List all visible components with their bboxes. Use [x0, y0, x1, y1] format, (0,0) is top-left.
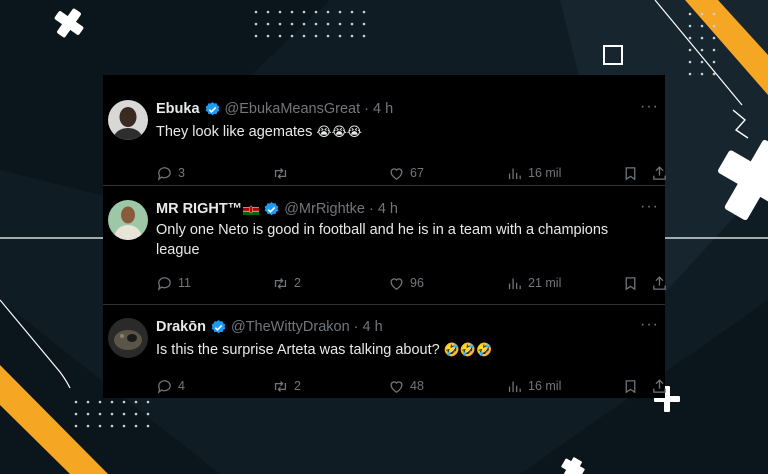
bookmark-icon [625, 379, 636, 393]
views-count: 16 mil [528, 379, 562, 393]
retweet-button[interactable]: 2 [272, 273, 301, 293]
verified-icon [211, 319, 226, 333]
views-icon [508, 278, 521, 289]
tweet-text-content: They look like agemates [156, 124, 313, 140]
handle[interactable]: @EbukaMeansGreat [225, 101, 361, 117]
more-icon[interactable]: ··· [640, 199, 659, 215]
more-icon[interactable]: ··· [640, 317, 659, 333]
timestamp[interactable]: 4 h [373, 101, 393, 117]
timestamp[interactable]: 4 h [378, 201, 398, 217]
reply-count: 3 [178, 166, 185, 180]
like-count: 67 [410, 166, 424, 180]
timestamp[interactable]: 4 h [362, 319, 382, 335]
avatar-drakon-icon [108, 318, 148, 358]
share-button[interactable] [651, 376, 673, 396]
display-name[interactable]: MR RIGHT™ [156, 201, 242, 217]
separator-dot: · [368, 201, 374, 217]
reply-button[interactable]: 11 [156, 273, 191, 293]
like-count: 96 [410, 276, 424, 290]
reply-count: 4 [178, 379, 185, 393]
bookmark-icon [625, 166, 636, 180]
views-count: 16 mil [528, 166, 562, 180]
tweet-emoji: 🤣🤣🤣 [443, 342, 493, 357]
bookmark-button[interactable] [622, 163, 644, 183]
tweet-actions: 3 67 16 mil [156, 163, 666, 183]
views-button[interactable]: 16 mil [506, 163, 561, 183]
divider [103, 304, 665, 305]
tweet-text-line-2: league [156, 242, 200, 258]
tweet-actions: 11 2 96 21 mil [156, 273, 666, 293]
views-icon [508, 381, 521, 392]
handle[interactable]: @MrRightke [284, 201, 365, 217]
retweet-button[interactable] [272, 163, 294, 183]
retweet-icon [274, 167, 287, 179]
share-icon [653, 378, 666, 393]
views-icon [508, 168, 521, 179]
bookmark-button[interactable] [622, 376, 644, 396]
more-icon[interactable]: ··· [640, 99, 659, 115]
tweet-header: Drakōn @TheWittyDrakon · 4 h [156, 318, 383, 336]
heart-icon [390, 380, 403, 393]
views-button[interactable]: 16 mil [506, 376, 561, 396]
bookmark-button[interactable] [622, 273, 644, 293]
tweet-mr-right[interactable]: MR RIGHT™ @MrRightke · 4 h ··· Only one … [103, 199, 666, 300]
avatar[interactable] [108, 100, 148, 140]
display-name[interactable]: Ebuka [156, 101, 200, 117]
like-count: 48 [410, 379, 424, 393]
display-name[interactable]: Drakōn [156, 319, 206, 335]
heart-icon [390, 277, 403, 290]
avatar-mr-right-icon [108, 200, 148, 240]
tweet-actions: 4 2 48 16 mil [156, 376, 666, 396]
reply-icon [157, 379, 171, 394]
separator-dot: · [353, 319, 359, 335]
reply-icon [157, 166, 171, 181]
tweet-text: Is this the surprise Arteta was talking … [156, 340, 646, 360]
views-button[interactable]: 21 mil [506, 273, 561, 293]
kenya-flag-icon [243, 203, 260, 215]
divider [103, 185, 665, 186]
tweet-text-line-1: Only one Neto is good in football and he… [156, 222, 609, 238]
share-icon [653, 275, 666, 290]
avatar-ebuka-icon [108, 100, 148, 140]
verified-icon [205, 101, 219, 115]
share-icon [653, 165, 666, 180]
tweet-drakon[interactable]: Drakōn @TheWittyDrakon · 4 h ··· Is this… [103, 317, 666, 398]
like-button[interactable]: 67 [388, 163, 424, 183]
retweet-icon [274, 277, 287, 289]
tweet-header: MR RIGHT™ @MrRightke · 4 h [156, 200, 398, 218]
tweet-ebuka[interactable]: Ebuka @EbukaMeansGreat · 4 h ··· They lo… [103, 99, 666, 185]
share-button[interactable] [651, 273, 673, 293]
tweet-emoji: 😭😭😭 [316, 124, 362, 139]
like-button[interactable]: 48 [388, 376, 424, 396]
tweet-thread-panel: Ebuka @EbukaMeansGreat · 4 h ··· They lo… [103, 75, 666, 398]
tweet-text-content: Is this the surprise Arteta was talking … [156, 342, 440, 358]
retweet-button[interactable]: 2 [272, 376, 301, 396]
reply-button[interactable]: 4 [156, 376, 185, 396]
reply-button[interactable]: 3 [156, 163, 185, 183]
avatar[interactable] [108, 318, 148, 358]
like-button[interactable]: 96 [388, 273, 424, 293]
heart-icon [390, 167, 403, 180]
reply-icon [157, 276, 171, 291]
views-count: 21 mil [528, 276, 562, 290]
tweet-text: Only one Neto is good in football and he… [156, 220, 646, 260]
handle[interactable]: @TheWittyDrakon [231, 319, 350, 335]
tweet-header: Ebuka @EbukaMeansGreat · 4 h [156, 100, 393, 118]
verified-icon [264, 201, 279, 215]
separator-dot: · [364, 101, 369, 117]
retweet-icon [274, 380, 287, 392]
bookmark-icon [625, 276, 636, 290]
reply-count: 11 [178, 276, 191, 290]
share-button[interactable] [651, 163, 673, 183]
avatar[interactable] [108, 200, 148, 240]
retweet-count: 2 [294, 276, 301, 290]
retweet-count: 2 [294, 379, 301, 393]
tweet-text: They look like agemates 😭😭😭 [156, 122, 646, 142]
